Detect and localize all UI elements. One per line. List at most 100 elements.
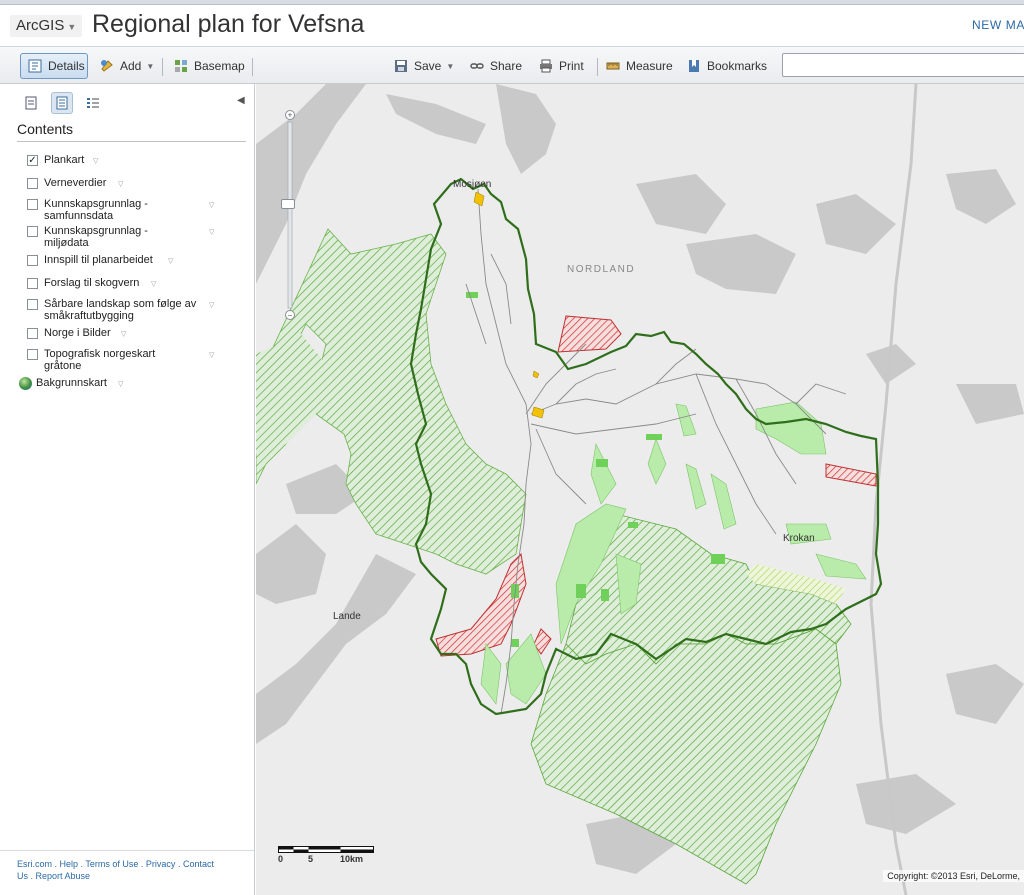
bookmarks-button[interactable]: Bookmarks [687,53,767,79]
layer-label: Kunnskapsgrunnlag - miljødata [44,225,148,249]
proposal-zone [557,315,622,353]
layer-checkbox[interactable] [27,278,38,289]
save-button[interactable]: Save ▼ [394,53,454,79]
app-window: ArcGIS ▼ Regional plan for Vefsna NEW MA … [0,0,1024,895]
privacy-link[interactable]: Privacy [146,859,176,869]
layer-label-line2: miljødata [44,237,89,249]
layer-label-line2: samfunnsdata [44,210,114,222]
layer-label: Sårbare landskap som følge av småkraftutb… [44,298,196,322]
layer-label: Forslag til skogvern [44,277,140,289]
app-header: ArcGIS ▼ Regional plan for Vefsna NEW MA [0,5,1024,46]
layer-label-line1: Topografisk norgeskart [44,348,156,360]
layer-label: Innspill til planarbeidet [44,254,153,266]
toolbar-divider [162,58,163,76]
layer-item[interactable]: Verneverdier ▽ [17,177,123,189]
zoom-slider-graphic: + − [285,110,295,320]
layer-menu-icon[interactable]: ▽ [168,256,173,268]
layer-item[interactable]: Kunnskapsgrunnlag - samfunnsdata ▽ [17,198,214,222]
layer-item[interactable]: Sårbare landskap som følge av småkraftutb… [17,298,214,322]
zoom-slider[interactable]: + − [284,110,296,320]
add-label: Add [120,59,142,73]
map-view[interactable]: + − Mosjøen NORDLAND Krokan Lande 0 5 10… [256,84,1024,895]
help-link[interactable]: Help [60,859,79,869]
map-title: Regional plan for Vefsna [92,10,365,38]
share-button[interactable]: Share [470,53,522,79]
layer-label: Kunnskapsgrunnlag - samfunnsdata [44,198,148,222]
bookmarks-label: Bookmarks [707,59,768,73]
layer-item[interactable]: Innspill til planarbeidet ▽ [17,254,173,266]
place-label-krokan: Krokan [783,533,815,544]
details-button[interactable]: Details [20,53,88,79]
layer-item[interactable]: Topografisk norgeskart gråtone ▽ [17,348,214,372]
scale-bar: 0 5 10km [278,846,398,872]
contact-link[interactable]: Contact [183,859,214,869]
layer-checkbox[interactable] [27,328,38,339]
terms-link[interactable]: Terms of Use [85,859,138,869]
layer-item[interactable]: ✓ Plankart ▽ [17,154,98,166]
toolbar-divider [597,58,598,76]
report-abuse-link[interactable]: Report Abuse [36,871,91,881]
legend-icon [87,98,99,108]
layer-menu-icon[interactable]: ▽ [209,227,214,239]
layer-checkbox[interactable] [27,226,38,237]
basemap-label: Basemap [194,59,245,73]
contact-link-cont[interactable]: Us [17,871,28,881]
save-icon [395,60,407,72]
layer-label: Verneverdier [44,177,107,189]
print-button[interactable]: Print [539,53,584,79]
arcgis-menu[interactable]: ArcGIS ▼ [10,15,83,37]
tab-about[interactable] [20,92,42,114]
layer-menu-icon[interactable]: ▽ [118,179,123,191]
panel-tabs [20,92,104,114]
basemap-layer-item[interactable]: Bakgrunnskart ▽ [17,377,123,390]
layer-item[interactable]: Kunnskapsgrunnlag - miljødata ▽ [17,225,214,249]
collapse-panel-icon[interactable]: ◀ [237,95,245,106]
layer-checkbox[interactable] [27,255,38,266]
bookmark-icon [689,60,699,72]
contents-icon [56,96,68,110]
chevron-down-icon: ▼ [67,22,77,32]
proposal-zone [825,463,877,487]
measure-label: Measure [626,59,673,73]
print-label: Print [559,59,584,73]
footer-divider [0,850,254,851]
scale-tick-5: 5 [308,854,314,864]
layer-menu-icon[interactable]: ▽ [209,300,214,312]
layer-checkbox[interactable] [27,349,38,360]
details-icon [28,59,42,73]
scale-bar-graphic [278,846,374,853]
esri-link[interactable]: Esri.com [17,859,52,869]
layer-item[interactable]: Norge i Bilder ▽ [17,327,126,339]
layer-label: Bakgrunnskart [36,377,107,389]
layer-checkbox[interactable] [27,178,38,189]
map-canvas [256,84,1024,895]
layer-menu-icon[interactable]: ▽ [121,329,126,341]
add-button[interactable]: Add ▼ [100,53,154,79]
search-input[interactable] [782,53,1024,77]
layer-label-line1: Kunnskapsgrunnlag - [44,225,148,237]
tab-legend[interactable] [82,92,104,114]
forest-protection-zone [530,628,842,885]
zoom-slider-handle[interactable] [281,199,295,209]
tab-contents[interactable] [51,92,73,114]
layer-menu-icon[interactable]: ▽ [209,200,214,212]
place-label-lande: Lande [333,611,361,622]
layer-menu-icon[interactable]: ▽ [93,156,98,168]
scale-tick-0: 0 [278,854,284,864]
place-label-nordland: NORDLAND [567,264,636,275]
sidebar-footer: Esri.com . Help . Terms of Use . Privacy… [17,859,214,881]
layer-item[interactable]: Forslag til skogvern ▽ [17,277,156,289]
measure-button[interactable]: Measure [606,53,673,79]
brand-label: ArcGIS [16,17,65,34]
layer-menu-icon[interactable]: ▽ [151,279,156,291]
layer-checkbox[interactable]: ✓ [27,155,38,166]
basemap-button[interactable]: Basemap [174,53,245,79]
globe-icon [19,377,32,390]
layer-menu-icon[interactable]: ▽ [209,350,214,362]
new-map-link[interactable]: NEW MA [972,18,1024,32]
layer-checkbox[interactable] [27,299,38,310]
layer-menu-icon[interactable]: ▽ [118,379,123,391]
svg-text:−: − [288,311,293,320]
save-label: Save [414,59,442,73]
layer-checkbox[interactable] [27,199,38,210]
